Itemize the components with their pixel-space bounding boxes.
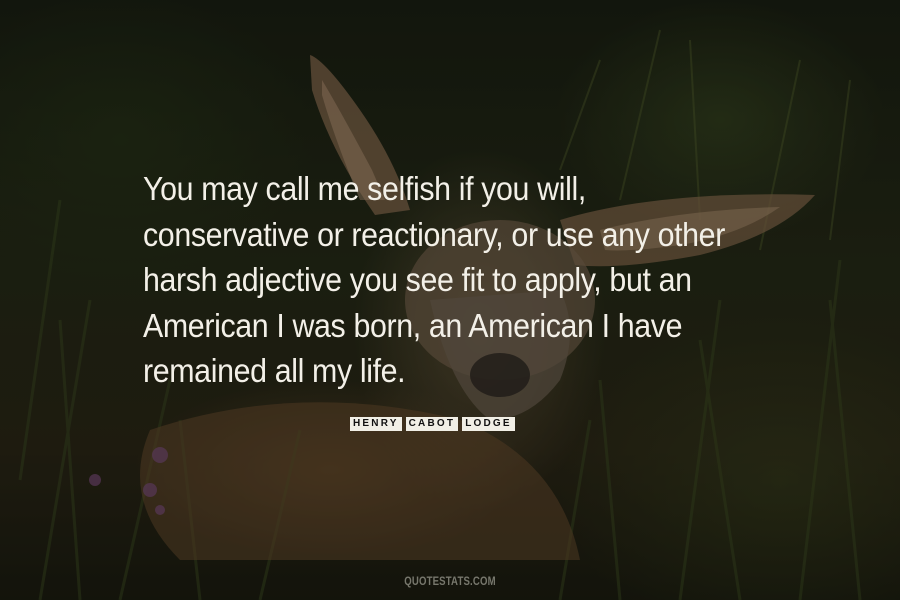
quote-line: harsh adjective you see fit to apply, bu…	[143, 261, 692, 298]
author-word: CABOT	[405, 417, 459, 431]
author-word: HENRY	[350, 417, 402, 431]
site-watermark: QUOTESTATS.COM	[404, 574, 496, 588]
quote-line: conservative or reactionary, or use any …	[143, 215, 725, 253]
quote-line: You may call me selfish if you will,	[143, 170, 586, 207]
quote-line: remained all my life.	[143, 352, 406, 389]
author-name[interactable]: HENRY CABOT LODGE	[350, 417, 515, 431]
quote-card: You may call me selfish if you will, con…	[0, 0, 900, 600]
author-word: LODGE	[462, 417, 515, 431]
quote-line: American I was born, an American I have	[143, 306, 683, 344]
quote-text: You may call me selfish if you will, con…	[143, 166, 787, 394]
